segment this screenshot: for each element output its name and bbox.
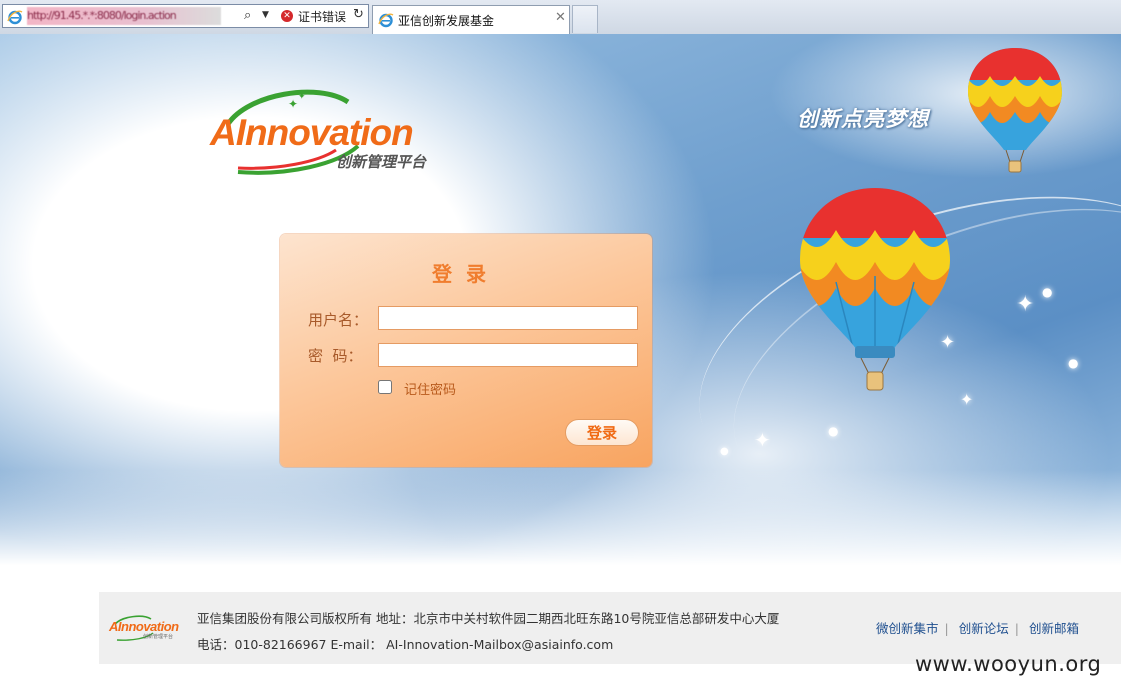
ie-icon bbox=[378, 13, 394, 28]
svg-text:✦: ✦ bbox=[288, 97, 298, 111]
copyright-text: 亚信集团股份有限公司版权所有 地址：北京市中关村软件园二期西北旺东路10号院亚信… bbox=[197, 611, 780, 626]
new-tab-button[interactable] bbox=[572, 5, 598, 33]
username-label: 用户名： bbox=[308, 311, 369, 329]
footer-link-mailbox[interactable]: 创新邮箱 bbox=[1029, 621, 1079, 636]
password-input[interactable] bbox=[378, 343, 638, 367]
browser-chrome: http://91.45.*.*:8080/login.action ⌕ ▼ ✕… bbox=[0, 0, 1121, 35]
search-icon[interactable]: ⌕ bbox=[244, 8, 251, 23]
url-text[interactable]: http://91.45.*.*:8080/login.action bbox=[27, 7, 221, 25]
balloon-small-icon bbox=[968, 48, 1062, 173]
watermark: www.wooyun.org bbox=[915, 652, 1102, 676]
footer-link-micro-market[interactable]: 微创新集市 bbox=[876, 621, 939, 636]
footer-logo-text: AInnovation bbox=[109, 619, 179, 634]
password-label: 密 码： bbox=[308, 347, 363, 365]
sparkle-icon: ✦ bbox=[960, 390, 974, 409]
chevron-down-icon[interactable]: ▼ bbox=[262, 10, 269, 20]
hero-fade bbox=[0, 470, 1121, 582]
footer-links: 微创新集市 | 创新论坛 | 创新邮箱 bbox=[876, 618, 1079, 637]
sparkle-icon: ● bbox=[1068, 356, 1079, 370]
ainnovation-logo: ✦ ✦ AInnovation 创新管理平台 bbox=[208, 84, 458, 176]
svg-text:✦: ✦ bbox=[298, 92, 306, 102]
address-bar[interactable]: http://91.45.*.*:8080/login.action ⌕ ▼ ✕… bbox=[2, 4, 369, 28]
refresh-icon[interactable]: ↻ bbox=[353, 7, 364, 22]
footer-logo-subtitle: 创新管理平台 bbox=[143, 634, 174, 640]
username-input[interactable] bbox=[378, 306, 638, 330]
sparkle-icon: ● bbox=[720, 446, 729, 457]
remember-password-checkbox[interactable] bbox=[378, 380, 392, 394]
close-icon[interactable]: ✕ bbox=[555, 10, 566, 25]
sparkle-icon: ● bbox=[1042, 285, 1053, 299]
sparkle-icon: ✦ bbox=[754, 428, 771, 452]
login-button[interactable]: 登录 bbox=[565, 419, 639, 446]
footer-link-separator: | bbox=[944, 621, 949, 636]
footer-link-separator: | bbox=[1014, 621, 1019, 636]
tab-title: 亚信创新发展基金 bbox=[398, 14, 495, 28]
footer-link-forum[interactable]: 创新论坛 bbox=[959, 621, 1009, 636]
logo-subtitle: 创新管理平台 bbox=[336, 153, 427, 171]
remember-password-label[interactable]: 记住密码 bbox=[404, 379, 456, 398]
ie-icon bbox=[7, 10, 23, 25]
slogan: 创新点亮梦想 bbox=[797, 107, 929, 131]
contact-text: 电话：010-82166967 E-mail： AI-Innovation-Ma… bbox=[197, 637, 614, 652]
cert-error-label[interactable]: 证书错误 bbox=[298, 8, 346, 25]
cert-error-icon[interactable]: ✕ bbox=[281, 10, 293, 22]
login-panel: 登录 用户名： 密 码： 记住密码 登录 bbox=[280, 234, 652, 467]
sparkle-icon: ● bbox=[828, 424, 839, 438]
sparkle-icon: ✦ bbox=[1016, 292, 1035, 317]
logo-text: AInnovation bbox=[210, 112, 414, 153]
balloon-large-icon bbox=[800, 188, 950, 391]
sparkle-icon: ✦ bbox=[940, 332, 956, 353]
login-title: 登录 bbox=[432, 262, 500, 286]
footer-logo: AInnovation 创新管理平台 bbox=[109, 614, 181, 642]
browser-tab[interactable]: 亚信创新发展基金 ✕ bbox=[372, 5, 570, 34]
